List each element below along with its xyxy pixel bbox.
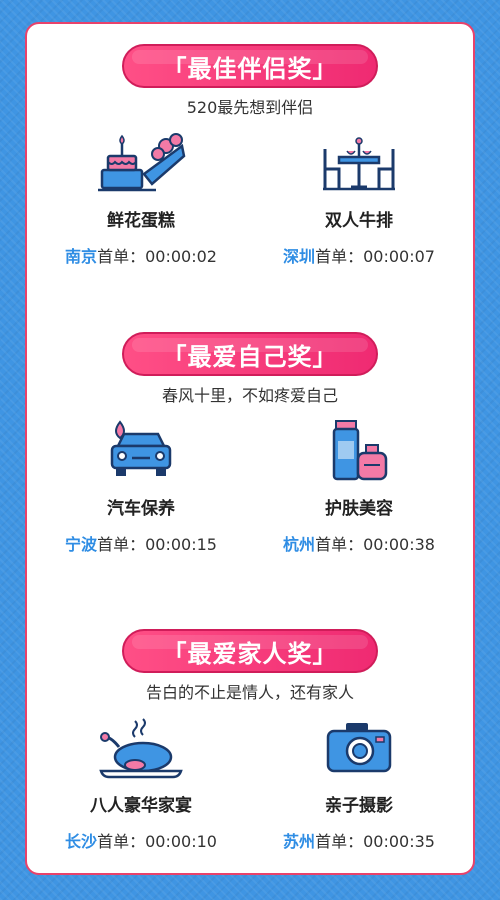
- award-item: 鲜花蛋糕 南京首单：00:00:02: [41, 128, 241, 267]
- first-order-info: 长沙首单：00:00:10: [41, 828, 241, 852]
- section-subtitle: 520最先想到伴侣: [186, 98, 314, 117]
- section-title-banner: 「最爱家人奖」: [122, 629, 378, 673]
- item-name: 双人牛排: [325, 211, 393, 231]
- skincare-icon: [259, 416, 459, 486]
- section-title-banner: 「最爱自己奖」: [122, 332, 378, 376]
- section-title-banner: 「最佳伴侣奖」: [122, 44, 378, 88]
- award-item: 八人豪华家宴 长沙首单：00:00:10: [41, 713, 241, 852]
- first-order-label: 首单：: [97, 832, 146, 851]
- awards-card: 「最佳伴侣奖」 520最先想到伴侣 鲜花蛋糕 南京首单：00:00:02 双人牛…: [25, 22, 475, 875]
- item-name: 护肤美容: [325, 499, 393, 519]
- first-order-time: 00:00:15: [145, 535, 217, 554]
- camera-icon: [259, 713, 459, 783]
- award-item: 汽车保养 宁波首单：00:00:15: [41, 416, 241, 555]
- roast-chicken-icon: [41, 713, 241, 783]
- city-name: 宁波: [65, 535, 98, 554]
- item-name: 汽车保养: [107, 499, 175, 519]
- first-order-time: 00:00:35: [363, 832, 435, 851]
- first-order-time: 00:00:38: [363, 535, 435, 554]
- city-name: 南京: [65, 247, 98, 266]
- item-name: 八人豪华家宴: [90, 796, 192, 816]
- first-order-info: 南京首单：00:00:02: [41, 243, 241, 267]
- first-order-info: 宁波首单：00:00:15: [41, 531, 241, 555]
- first-order-label: 首单：: [315, 535, 364, 554]
- city-name: 苏州: [283, 832, 316, 851]
- first-order-info: 深圳首单：00:00:07: [259, 243, 459, 267]
- section-best-partner: 「最佳伴侣奖」 520最先想到伴侣 鲜花蛋糕 南京首单：00:00:02 双人牛…: [27, 44, 473, 267]
- first-order-label: 首单：: [315, 832, 364, 851]
- award-item: 双人牛排 深圳首单：00:00:07: [259, 128, 459, 267]
- first-order-time: 00:00:10: [145, 832, 217, 851]
- first-order-label: 首单：: [315, 247, 364, 266]
- section-love-yourself: 「最爱自己奖」 春风十里，不如疼爱自己 汽车保养 宁波首单：00:00:15 护…: [27, 332, 473, 555]
- item-name: 亲子摄影: [325, 796, 393, 816]
- first-order-info: 杭州首单：00:00:38: [259, 531, 459, 555]
- first-order-time: 00:00:07: [363, 247, 435, 266]
- section-love-family: 「最爱家人奖」 告白的不止是情人，还有家人 八人豪华家宴 长沙首单：00:00:…: [27, 629, 473, 852]
- city-name: 长沙: [65, 832, 98, 851]
- first-order-label: 首单：: [97, 535, 146, 554]
- first-order-label: 首单：: [97, 247, 146, 266]
- city-name: 杭州: [283, 535, 316, 554]
- dinner-table-icon: [259, 128, 459, 198]
- item-name: 鲜花蛋糕: [107, 211, 175, 231]
- award-item: 亲子摄影 苏州首单：00:00:35: [259, 713, 459, 852]
- section-subtitle: 告白的不止是情人，还有家人: [145, 683, 354, 702]
- first-order-time: 00:00:02: [145, 247, 217, 266]
- car-wash-icon: [41, 416, 241, 486]
- first-order-info: 苏州首单：00:00:35: [259, 828, 459, 852]
- city-name: 深圳: [283, 247, 316, 266]
- section-subtitle: 春风十里，不如疼爱自己: [161, 386, 338, 405]
- award-item: 护肤美容 杭州首单：00:00:38: [259, 416, 459, 555]
- cake-flowers-icon: [41, 128, 241, 198]
